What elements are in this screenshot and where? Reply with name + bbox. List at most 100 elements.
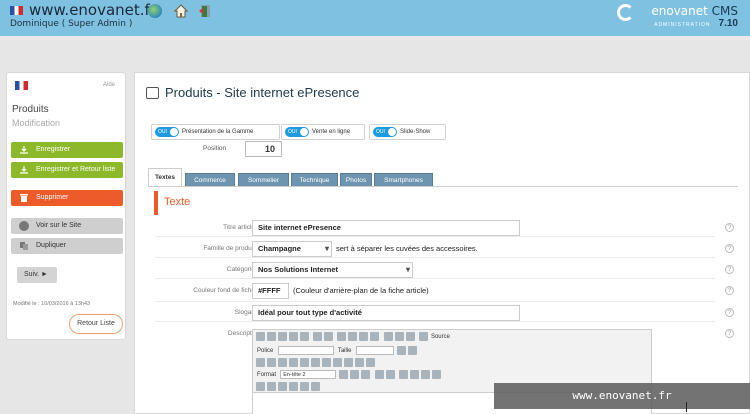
cms-brand: enovanet CMS ADMINISTRATION 7.10 — [651, 4, 738, 29]
help-icon[interactable]: ? — [725, 286, 734, 295]
duplicate-button[interactable]: Dupliquer — [11, 238, 123, 254]
view-on-site-button[interactable]: Voir sur le Site — [11, 218, 123, 234]
row-slogan: Slogan Idéal pour tout type d'activité ? — [155, 304, 734, 322]
paste-text-icon[interactable] — [289, 332, 298, 341]
numbered-list-icon[interactable] — [374, 370, 384, 379]
redo-icon[interactable] — [324, 332, 334, 341]
tab-sommelier[interactable]: Sommelier — [238, 173, 289, 187]
toggle-switch[interactable]: OUI — [373, 127, 397, 137]
french-flag-icon[interactable] — [10, 6, 23, 15]
align-center-icon[interactable] — [409, 370, 419, 379]
tab-commerce[interactable]: Commerce — [185, 173, 235, 187]
source-icon[interactable] — [418, 332, 428, 341]
home-icon[interactable] — [174, 4, 188, 18]
help-icon[interactable]: ? — [725, 308, 734, 317]
save-button[interactable]: Enregistrer — [11, 142, 123, 158]
spellcheck-icon[interactable] — [337, 332, 347, 341]
insert-link-icon[interactable] — [256, 382, 265, 391]
help-icon[interactable]: ? — [725, 244, 734, 253]
save-and-return-button[interactable]: Enregistrer et Retour liste — [11, 162, 123, 178]
unlink-icon[interactable] — [322, 358, 331, 367]
toggle-switch[interactable]: OUI — [155, 127, 179, 137]
position-label: Position — [203, 145, 227, 152]
superscript-icon[interactable] — [267, 358, 276, 367]
next-button[interactable]: Suiv. ► — [17, 267, 57, 283]
delete-button[interactable]: Supprimer — [11, 190, 123, 206]
tab-smartphones[interactable]: Smartphones — [374, 173, 433, 187]
logout-icon[interactable] — [198, 4, 212, 18]
undo-icon[interactable] — [313, 332, 323, 341]
spell-icon[interactable] — [278, 358, 287, 367]
slogan-input[interactable]: Idéal pour tout type d'activité — [252, 305, 520, 321]
select-all-icon[interactable] — [370, 332, 380, 341]
underline-icon[interactable] — [361, 370, 371, 379]
help-link[interactable]: Aide — [103, 82, 115, 88]
site-url[interactable]: www.enovanet.fr — [29, 1, 156, 19]
smiley-icon[interactable] — [344, 358, 353, 367]
link-icon[interactable] — [311, 358, 320, 367]
page-title: Produits - Site internet ePresence — [165, 85, 360, 100]
format-label: Format — [257, 371, 277, 378]
lowercase-icon[interactable] — [289, 358, 298, 367]
tab-textes[interactable]: Textes — [148, 168, 182, 187]
font-select[interactable] — [277, 346, 334, 355]
toggle-slide-show[interactable]: OUI Slide-Show — [369, 124, 446, 140]
anchor-icon[interactable] — [333, 358, 342, 367]
back-to-list-button[interactable]: Retour Liste — [69, 314, 123, 334]
format-select[interactable]: En-tête 2 — [280, 370, 337, 379]
help-icon[interactable]: ? — [725, 329, 734, 338]
template-icon[interactable] — [405, 332, 415, 341]
find-icon[interactable] — [348, 332, 358, 341]
italic-icon[interactable] — [350, 370, 360, 379]
tab-divider — [148, 186, 738, 187]
language-flag-icon[interactable] — [15, 81, 28, 90]
justify-icon[interactable] — [431, 370, 441, 379]
anchor-icon[interactable] — [278, 382, 287, 391]
subscript-icon[interactable] — [256, 358, 265, 367]
text-color-icon[interactable] — [396, 346, 406, 355]
enovanet-logo — [617, 4, 634, 21]
align-left-icon[interactable] — [398, 370, 408, 379]
flash-icon[interactable] — [300, 382, 309, 391]
categorie-select[interactable]: Nos Solutions Internet — [252, 262, 413, 278]
remove-link-icon[interactable] — [267, 382, 276, 391]
align-right-icon[interactable] — [420, 370, 430, 379]
table-icon[interactable] — [394, 332, 404, 341]
globe-icon[interactable] — [148, 4, 162, 18]
replace-icon[interactable] — [359, 332, 369, 341]
paste-word-icon[interactable] — [300, 332, 309, 341]
paste-icon[interactable] — [278, 332, 287, 341]
edit-panel: Produits - Site internet ePresence OUI P… — [134, 72, 750, 414]
tab-photos[interactable]: Photos — [340, 173, 372, 187]
row-famille-produit: Famille de produit Champagne sert à sépa… — [155, 240, 734, 258]
copy-icon — [20, 242, 28, 250]
famille-produit-select[interactable]: Champagne — [252, 241, 332, 257]
bullet-list-icon[interactable] — [385, 370, 395, 379]
insert-image-icon[interactable] — [289, 382, 298, 391]
field-label: Descriptif — [227, 330, 255, 337]
maximize-icon[interactable] — [311, 382, 320, 391]
field-label: Catégorie — [226, 266, 255, 273]
toggle-vente-en-ligne[interactable]: OUI Vente en ligne — [281, 124, 365, 140]
bg-color-icon[interactable] — [407, 346, 417, 355]
source-button[interactable]: Source — [431, 334, 450, 340]
toggle-switch[interactable]: OUI — [285, 127, 309, 137]
couleur-input[interactable]: #FFFF — [252, 283, 289, 299]
hr-icon[interactable] — [366, 358, 375, 367]
tab-technique[interactable]: Technique — [291, 173, 338, 187]
help-icon[interactable]: ? — [725, 223, 734, 232]
size-select[interactable] — [355, 346, 394, 355]
toggle-presentation-gamme[interactable]: OUI Présentation de la Gamme — [151, 124, 280, 140]
uppercase-icon[interactable] — [300, 358, 309, 367]
help-icon[interactable]: ? — [725, 265, 734, 274]
position-input[interactable]: 10 — [245, 141, 282, 157]
image-icon[interactable] — [383, 332, 393, 341]
bold-icon[interactable] — [339, 370, 349, 379]
current-user: Dominique ( Super Admin ) — [10, 19, 133, 29]
cut-icon[interactable] — [256, 332, 265, 341]
edit-icon — [146, 87, 159, 99]
titre-article-input[interactable]: Site internet ePresence — [252, 220, 520, 236]
copy-icon[interactable] — [267, 332, 276, 341]
font-label: Police — [257, 347, 274, 354]
special-char-icon[interactable] — [355, 358, 364, 367]
